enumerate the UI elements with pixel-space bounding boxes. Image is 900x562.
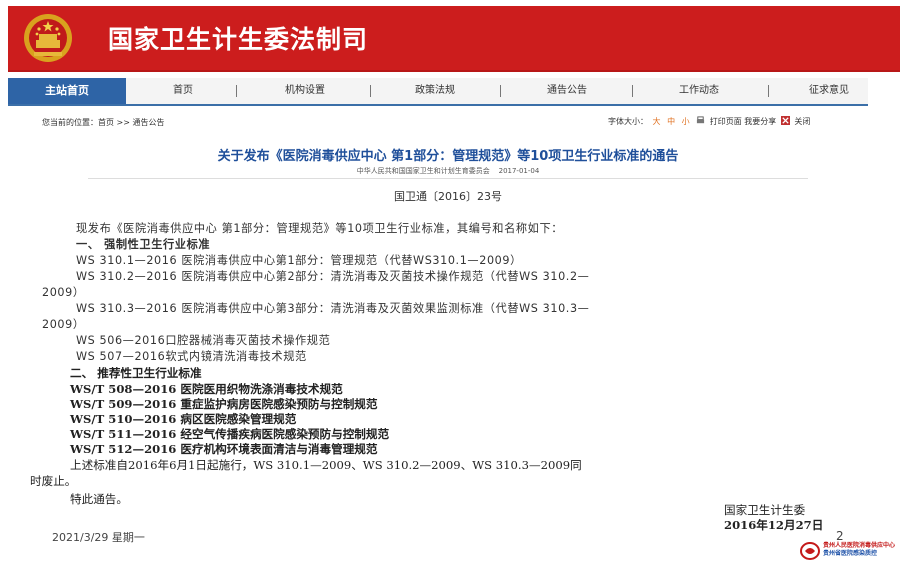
closing-line: 特此通告。 [70,492,128,506]
slide-date: 2021/3/29 星期一 [52,531,145,544]
notice-continuation: 二、 推荐性卫生行业标准 WS/T 508—2016 医院医用织物洗涤消毒技术规… [30,360,880,510]
standard-line: WS/T 509—2016 重症监护病房医院感染预防与控制规范 [70,397,378,411]
standard-line: WS 310.1—2016 医院消毒供应中心第1部分：管理规范（代替WS310.… [76,254,522,267]
intro-paragraph: 现发布《医院消毒供应中心 第1部分：管理规范》等10项卫生行业标准，其编号和名称… [76,222,564,235]
standard-line: WS/T 511—2016 经空气传播疾病医院感染预防与控制规范 [70,427,390,441]
divider [8,70,900,72]
font-size-small-button[interactable]: 小 [682,117,690,126]
nav-separator [236,85,237,97]
close-button[interactable]: 关闭 [794,117,810,126]
font-size-medium-button[interactable]: 中 [667,117,675,126]
publish-date: 2017-01-04 [498,167,540,175]
article-meta: 中华人民共和国国家卫生和计划生育委员会 2017-01-04 [8,166,888,176]
standard-line: WS 506—2016口腔器械消毒灭菌技术操作规范 [76,334,331,347]
standard-line: WS 310.3—2016 医院消毒供应中心第3部分：清洗消毒及灭菌效果监测标准… [76,302,590,315]
page-number: 2 [836,529,844,543]
print-icon[interactable] [696,116,705,125]
article-title: 关于发布《医院消毒供应中心 第1部分：管理规范》等10项卫生行业标准的通告 [217,149,679,164]
standard-line: WS/T 508—2016 医院医用织物洗涤消毒技术规范 [70,382,343,396]
nav-separator [500,85,501,97]
nav-separator [370,85,371,97]
nav-item-policy[interactable]: 政策法规 [400,78,470,104]
standard-line: WS 310.2—2016 医院消毒供应中心第2部分：清洗消毒及灭菌技术操作规范… [76,270,590,283]
hospital-logo-icon [800,542,820,560]
nav-item-organization[interactable]: 机构设置 [270,78,340,104]
main-nav: 主站首页 首页 机构设置 政策法规 通告公告 工作动态 征求意见 [8,78,868,106]
effective-paragraph-cont: 时废止。 [30,474,77,488]
nav-home-tab[interactable]: 主站首页 [8,78,126,104]
breadcrumb-label: 您当前的位置： [42,118,98,127]
nav-item-feedback[interactable]: 征求意见 [794,78,864,104]
breadcrumb-path[interactable]: 首页 >> 通告公告 [98,118,165,127]
meta-divider [88,178,808,179]
section-heading: 二、 推荐性卫生行业标准 [70,366,202,380]
section-heading: 一、 强制性卫生行业标准 [76,238,211,251]
share-button[interactable]: 我要分享 [744,117,776,126]
font-size-label: 字体大小： [608,117,648,126]
publisher: 中华人民共和国国家卫生和计划生育委员会 [356,167,490,175]
breadcrumb: 您当前的位置：首页 >> 通告公告 [42,117,165,128]
hospital-logo-text: 贵州人民医院消毒供应中心 贵州省医院感染质控 [823,542,896,557]
standard-line: WS/T 512—2016 医疗机构环境表面清洁与消毒管理规范 [70,442,378,456]
signature-date: 2016年12月27日 [724,518,824,532]
standard-line: WS/T 510—2016 病区医院感染管理规范 [70,412,297,426]
close-icon[interactable] [780,116,790,125]
nav-separator [632,85,633,97]
nav-item-work-news[interactable]: 工作动态 [664,78,734,104]
nav-item-notices[interactable]: 通告公告 [532,78,602,104]
national-emblem-icon [24,14,72,62]
nav-item-home[interactable]: 首页 [158,78,208,104]
print-button[interactable]: 打印页面 [710,117,742,126]
article-panel: 您当前的位置：首页 >> 通告公告 字体大小： 大 中 小 打印页面 我要分享 … [8,108,888,363]
standard-line-cont: 2009） [42,318,85,331]
standard-line-cont: 2009） [42,286,85,299]
site-title: 国家卫生计生委法制司 [108,25,369,54]
document-number: 国卫通〔2016〕23号 [394,190,502,203]
font-size-large-button[interactable]: 大 [653,117,661,126]
effective-paragraph: 上述标准自2016年6月1日起施行，WS 310.1—2009、WS 310.2… [70,458,582,472]
nav-separator [768,85,769,97]
signature-org: 国家卫生计生委 [724,503,806,517]
article-toolbar: 字体大小： 大 中 小 打印页面 我要分享 关闭 [608,116,810,127]
